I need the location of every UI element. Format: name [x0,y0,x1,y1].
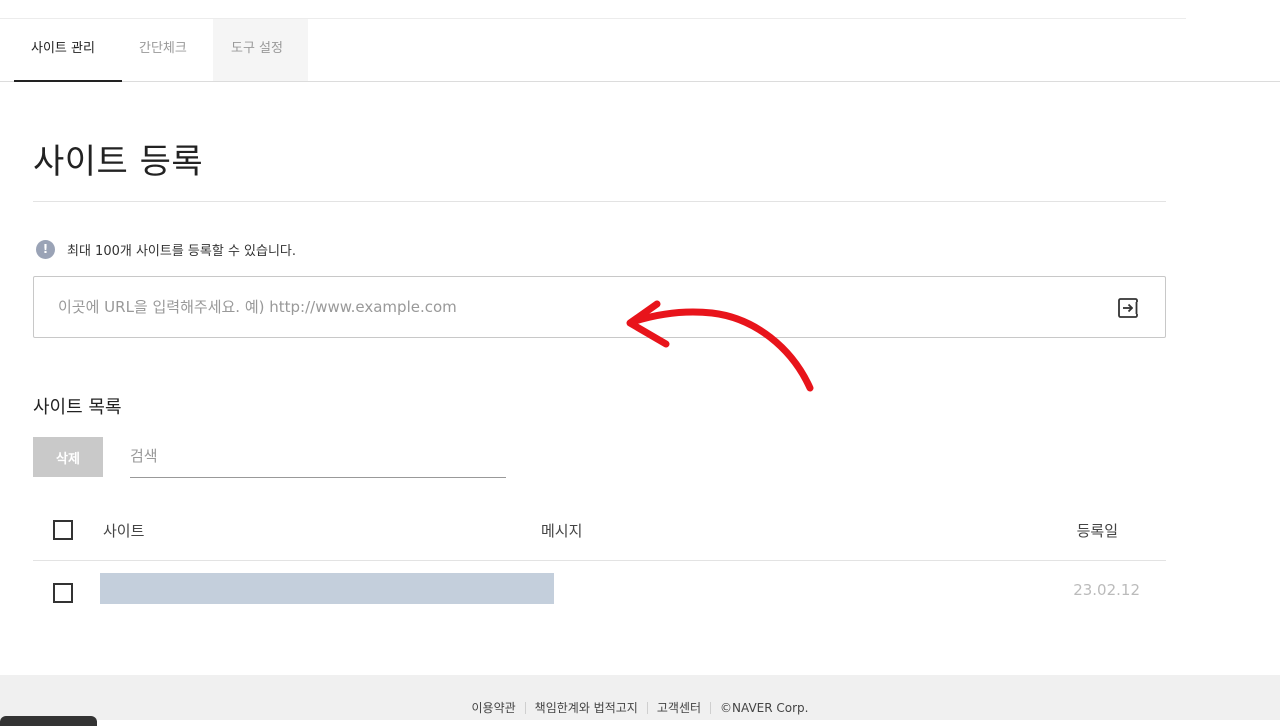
footer-separator [646,701,648,714]
exclamation-icon: ! [36,240,55,259]
footer-separator [710,701,712,714]
search-field [130,437,506,478]
footer-link-disclaimer[interactable]: 책임한계와 법적고지 [535,699,638,716]
table-header: 사이트 메시지 등록일 [33,500,1166,561]
row-date: 23.02.12 [1073,581,1140,599]
tab-simple-check[interactable]: 간단체크 [122,19,213,81]
row-checkbox[interactable] [53,583,73,603]
footer: 이용약관 책임한계와 법적고지 고객센터 ©NAVER Corp. [0,675,1280,720]
corner-tab [0,716,97,726]
column-site: 사이트 [103,522,145,540]
footer-link-terms[interactable]: 이용약관 [472,699,516,716]
footer-links: 이용약관 책임한계와 법적고지 고객센터 ©NAVER Corp. [472,699,809,716]
column-message: 메시지 [541,522,583,540]
select-all-checkbox[interactable] [53,520,73,540]
site-table: 사이트 메시지 등록일 23.02.12 [33,500,1166,623]
site-list-title: 사이트 목록 [33,397,122,418]
search-input[interactable] [130,437,506,475]
notice-text: 최대 100개 사이트를 등록할 수 있습니다. [67,244,297,259]
notice: ! 최대 100개 사이트를 등록할 수 있습니다. [36,240,296,259]
url-input-box [33,276,1166,338]
delete-button[interactable]: 삭제 [33,437,103,477]
tab-bar: 사이트 관리 간단체크 도구 설정 [0,19,1280,82]
tab-site-management[interactable]: 사이트 관리 [14,19,122,82]
page-title: 사이트 등록 [33,142,204,182]
tab-tool-settings[interactable]: 도구 설정 [213,19,308,81]
url-input[interactable] [58,277,1098,337]
title-divider [33,201,1166,202]
annotation-arrow-icon [626,300,814,392]
footer-link-support[interactable]: 고객센터 [657,699,701,716]
tab-label: 도구 설정 [231,41,283,56]
redacted-site-url[interactable] [100,573,554,604]
column-date: 등록일 [1076,522,1118,540]
footer-separator [524,701,526,714]
tab-label: 간단체크 [139,41,187,56]
table-row: 23.02.12 [33,561,1166,623]
footer-copyright[interactable]: ©NAVER Corp. [720,701,808,715]
tab-label: 사이트 관리 [31,41,95,56]
enter-icon[interactable] [1117,297,1139,319]
